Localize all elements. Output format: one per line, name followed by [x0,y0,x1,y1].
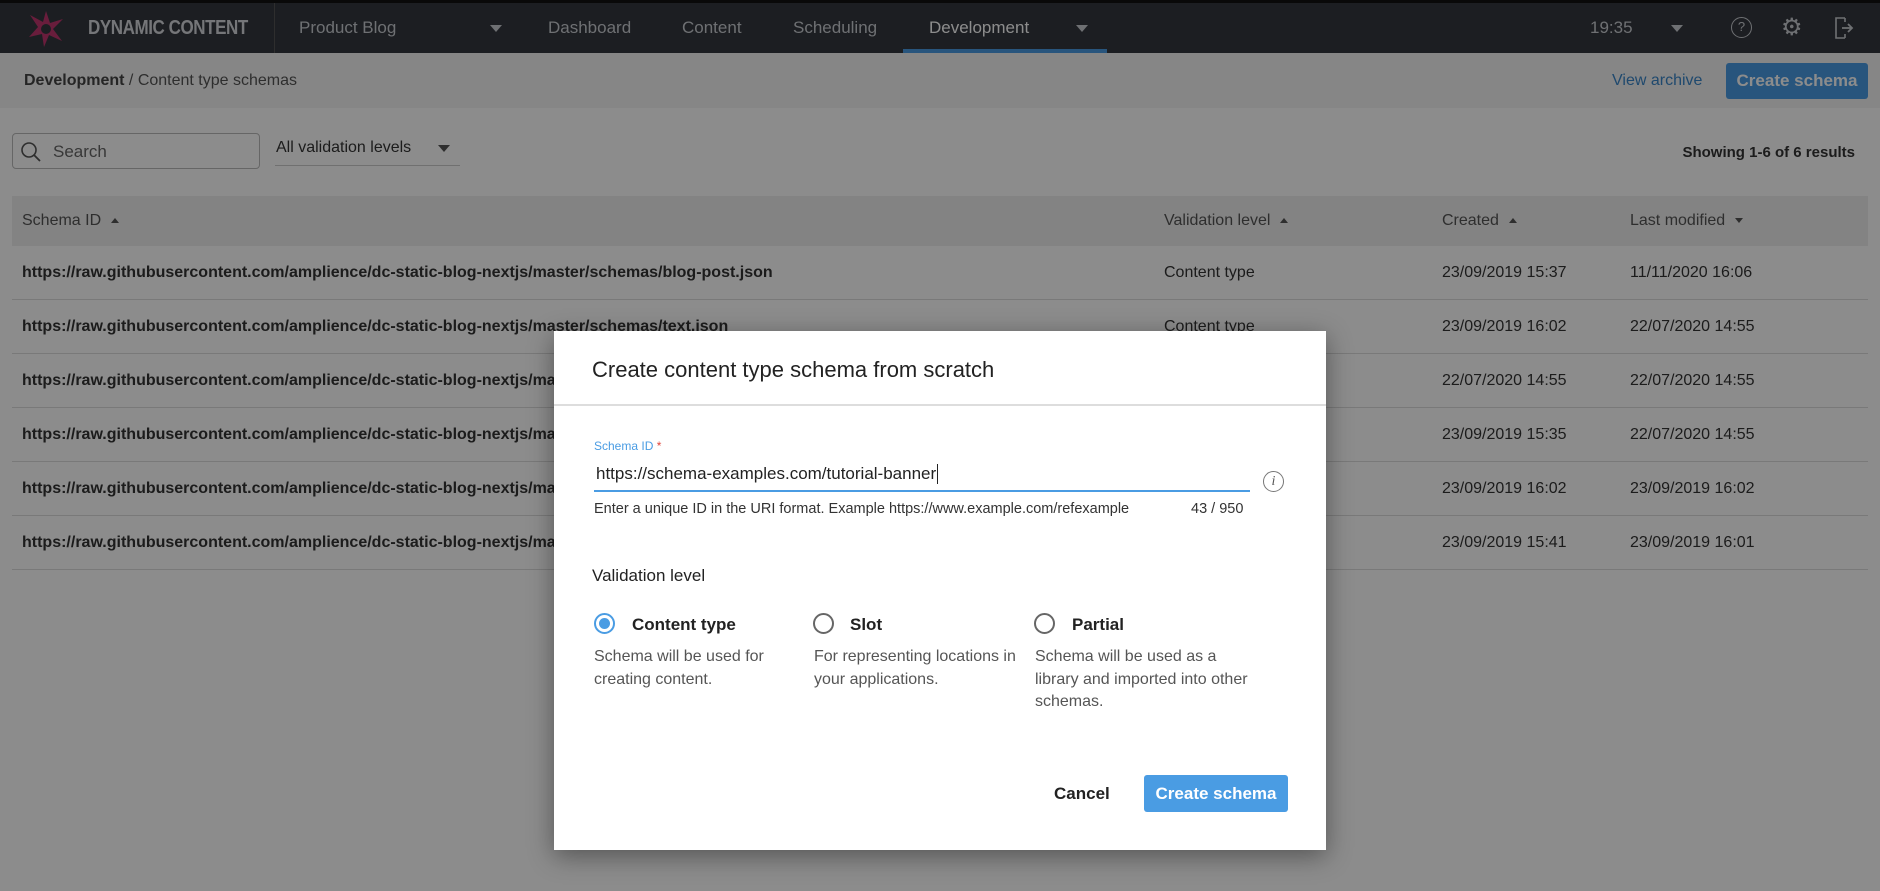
radio-slot[interactable] [813,613,834,634]
dialog-title: Create content type schema from scratch [592,357,995,382]
option-label[interactable]: Content type [632,615,736,635]
character-counter: 43 / 950 [1191,501,1244,517]
option-label[interactable]: Partial [1072,615,1124,635]
radio-content-type[interactable] [594,613,615,634]
create-schema-submit-button[interactable]: Create schema [1144,775,1288,812]
helper-text: Enter a unique ID in the URI format. Exa… [594,501,1130,517]
divider [554,404,1326,406]
create-schema-dialog: Create content type schema from scratch … [554,331,1326,850]
label-text: Schema ID [594,439,654,453]
radio-partial[interactable] [1034,613,1055,634]
info-icon[interactable]: i [1263,471,1284,492]
option-description: Schema will be used as a library and imp… [1035,648,1248,710]
option-label[interactable]: Slot [850,615,882,635]
validation-level-heading: Validation level [592,566,706,585]
schema-id-value: https://schema-examples.com/tutorial-ban… [596,464,939,484]
schema-id-label: Schema ID * [594,439,661,453]
option-description: For representing locations in your appli… [814,648,1016,688]
option-description: Schema will be used for creating content… [594,648,764,688]
schema-id-input[interactable]: https://schema-examples.com/tutorial-ban… [594,455,1250,492]
cancel-button[interactable]: Cancel [1054,784,1110,804]
required-marker: * [656,439,662,453]
